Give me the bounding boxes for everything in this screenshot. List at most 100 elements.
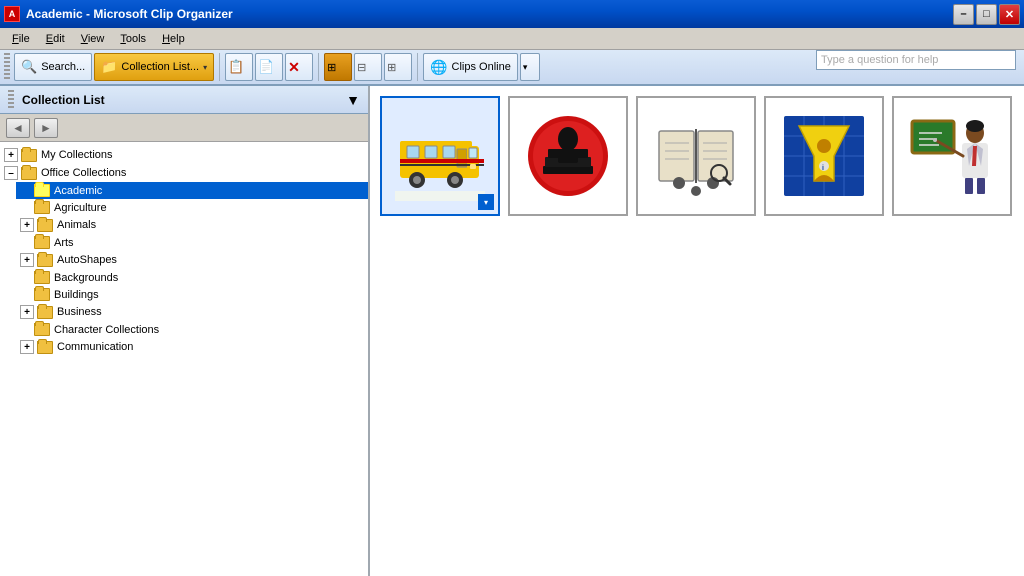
folder-icon-animals bbox=[37, 219, 53, 232]
tree-item-buildings[interactable]: Buildings bbox=[16, 286, 368, 303]
delete-icon: ✕ bbox=[288, 59, 300, 76]
toolbar-separator-2 bbox=[318, 53, 319, 81]
folder-icon-arts bbox=[34, 236, 50, 249]
main-area: Collection List ▼ ◄ ► + My Collections – bbox=[0, 86, 1024, 576]
minimize-button[interactable]: – bbox=[953, 4, 974, 25]
tree-item-autoshapes[interactable]: + AutoShapes bbox=[16, 251, 368, 269]
clip-art-bus bbox=[395, 111, 485, 201]
toolbar-drag-handle bbox=[4, 53, 10, 81]
tree-label-arts: Arts bbox=[54, 237, 74, 249]
forward-icon: ► bbox=[40, 121, 52, 135]
collection-list-dropdown-arrow: ▾ bbox=[203, 63, 207, 72]
folder-icon-backgrounds bbox=[34, 271, 50, 284]
expand-office-collections[interactable]: – bbox=[4, 166, 18, 180]
search-icon: 🔍 bbox=[21, 59, 37, 75]
menu-bar: File Edit View Tools Help Type a questio… bbox=[0, 28, 1024, 50]
tree-label-communication: Communication bbox=[57, 341, 133, 353]
expand-animals[interactable]: + bbox=[20, 218, 34, 232]
menu-item-view[interactable]: View bbox=[73, 31, 113, 47]
window-controls: – □ ✕ bbox=[953, 4, 1020, 25]
view-button-2[interactable]: ⊟ bbox=[354, 53, 382, 81]
search-label: Search... bbox=[41, 61, 85, 73]
paste-icon: 📄 bbox=[258, 59, 274, 75]
view-button-3[interactable]: ⊞ bbox=[384, 53, 412, 81]
panel-drag-handle bbox=[8, 90, 14, 110]
clip-item-filter[interactable]: i bbox=[764, 96, 884, 216]
tree-item-animals[interactable]: + Animals bbox=[16, 216, 368, 234]
clips-online-icon: 🌐 bbox=[430, 59, 447, 76]
window-title: Academic - Microsoft Clip Organizer bbox=[26, 7, 953, 21]
clip-art-filter: i bbox=[779, 111, 869, 201]
search-button[interactable]: 🔍 Search... bbox=[14, 53, 92, 81]
clip-bus-dropdown[interactable]: ▾ bbox=[478, 194, 494, 210]
menu-item-tools[interactable]: Tools bbox=[112, 31, 154, 47]
tree-item-office-collections[interactable]: – Office Collections bbox=[0, 164, 368, 182]
copy-button[interactable]: 📋 bbox=[225, 53, 253, 81]
toolbar-more-button[interactable]: ▾ bbox=[520, 53, 540, 81]
expand-business[interactable]: + bbox=[20, 305, 34, 319]
left-panel: Collection List ▼ ◄ ► + My Collections – bbox=[0, 86, 370, 576]
forward-button[interactable]: ► bbox=[34, 118, 58, 138]
tree-item-backgrounds[interactable]: Backgrounds bbox=[16, 269, 368, 286]
clip-art-teacher bbox=[907, 111, 997, 201]
clip-item-bus[interactable]: ▾ bbox=[380, 96, 500, 216]
folder-icon-business bbox=[37, 306, 53, 319]
menu-item-file[interactable]: File bbox=[4, 31, 38, 47]
tree-label-agriculture: Agriculture bbox=[54, 202, 107, 214]
panel-header: Collection List ▼ bbox=[0, 86, 368, 114]
help-placeholder: Type a question for help bbox=[821, 54, 938, 66]
panel-dropdown-arrow[interactable]: ▼ bbox=[346, 92, 360, 108]
expand-communication[interactable]: + bbox=[20, 340, 34, 354]
toolbar-more-icon: ▾ bbox=[523, 62, 528, 73]
tree-item-arts[interactable]: Arts bbox=[16, 234, 368, 251]
clip-grid: ▾ bbox=[380, 96, 1014, 216]
close-button[interactable]: ✕ bbox=[999, 4, 1020, 25]
tree-label-backgrounds: Backgrounds bbox=[54, 272, 118, 284]
maximize-button[interactable]: □ bbox=[976, 4, 997, 25]
menu-item-help[interactable]: Help bbox=[154, 31, 193, 47]
menu-item-edit[interactable]: Edit bbox=[38, 31, 73, 47]
tree-item-agriculture[interactable]: Agriculture bbox=[16, 199, 368, 216]
app-icon: A bbox=[4, 6, 20, 22]
folder-icon-office-collections bbox=[21, 167, 37, 180]
folder-icon-communication bbox=[37, 341, 53, 354]
tree-item-business[interactable]: + Business bbox=[16, 303, 368, 321]
clips-online-label: Clips Online bbox=[452, 61, 511, 73]
title-bar: A Academic - Microsoft Clip Organizer – … bbox=[0, 0, 1024, 28]
back-button[interactable]: ◄ bbox=[6, 118, 30, 138]
folder-icon-my-collections bbox=[21, 149, 37, 162]
folder-icon-autoshapes bbox=[37, 254, 53, 267]
tree-label-business: Business bbox=[57, 306, 102, 318]
folder-icon-buildings bbox=[34, 288, 50, 301]
expand-autoshapes[interactable]: + bbox=[20, 253, 34, 267]
clip-item-teacher[interactable] bbox=[892, 96, 1012, 216]
toolbar-separator-3 bbox=[417, 53, 418, 81]
clip-item-apple[interactable] bbox=[508, 96, 628, 216]
tree-container[interactable]: + My Collections – Office Collections Ac… bbox=[0, 142, 368, 576]
tree-item-character-collections[interactable]: Character Collections bbox=[16, 321, 368, 338]
collection-list-button[interactable]: 📁 Collection List... ▾ bbox=[94, 53, 214, 81]
svg-text:i: i bbox=[822, 165, 824, 172]
view-button-1[interactable]: ⊞ bbox=[324, 53, 352, 81]
collection-list-label: Collection List... bbox=[121, 61, 199, 73]
tree-item-communication[interactable]: + Communication bbox=[16, 338, 368, 356]
paste-button[interactable]: 📄 bbox=[255, 53, 283, 81]
tree-label-character-collections: Character Collections bbox=[54, 324, 159, 336]
clip-item-book[interactable] bbox=[636, 96, 756, 216]
right-panel: ▾ bbox=[370, 86, 1024, 576]
copy-icon: 📋 bbox=[228, 59, 244, 75]
tree-item-academic[interactable]: Academic bbox=[16, 182, 368, 199]
expand-my-collections[interactable]: + bbox=[4, 148, 18, 162]
folder-icon: 📁 bbox=[101, 59, 117, 75]
folder-icon-character-collections bbox=[34, 323, 50, 336]
delete-button[interactable]: ✕ bbox=[285, 53, 313, 81]
clip-art-apple bbox=[523, 111, 613, 201]
tree-label-my-collections: My Collections bbox=[41, 149, 113, 161]
folder-icon-agriculture bbox=[34, 201, 50, 214]
tree-label-academic: Academic bbox=[54, 185, 102, 197]
help-search-box[interactable]: Type a question for help bbox=[816, 50, 1016, 70]
tree-item-my-collections[interactable]: + My Collections bbox=[0, 146, 368, 164]
tree-label-office-collections: Office Collections bbox=[41, 167, 126, 179]
clips-online-button[interactable]: 🌐 Clips Online bbox=[423, 53, 518, 81]
tree-label-animals: Animals bbox=[57, 219, 96, 231]
